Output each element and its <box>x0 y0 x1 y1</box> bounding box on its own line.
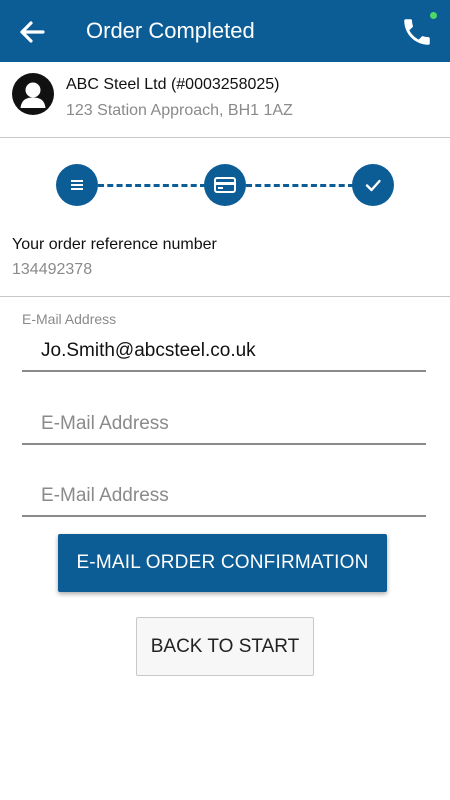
email-field-2[interactable] <box>22 405 426 445</box>
online-status-dot <box>430 12 437 19</box>
list-icon <box>71 180 83 190</box>
phone-icon <box>404 19 430 45</box>
stepper-connector <box>98 184 206 187</box>
divider <box>0 296 450 297</box>
back-arrow-icon <box>20 21 45 43</box>
step-complete <box>352 164 394 206</box>
card-icon <box>214 177 236 193</box>
person-icon <box>12 73 54 115</box>
order-reference-label: Your order reference number <box>12 236 217 253</box>
customer-header: ABC Steel Ltd (#0003258025) 123 Station … <box>0 62 450 138</box>
email-field-1[interactable] <box>22 332 426 372</box>
email-field-3[interactable] <box>22 477 426 517</box>
step-order-details <box>56 164 98 206</box>
email-order-confirmation-button[interactable]: E-MAIL ORDER CONFIRMATION <box>58 534 387 592</box>
back-to-start-button[interactable]: BACK TO START <box>136 617 314 676</box>
back-button[interactable] <box>14 14 50 50</box>
order-progress-stepper <box>0 160 450 210</box>
customer-address: 123 Station Approach, BH1 1AZ <box>66 102 293 119</box>
page-title: Order Completed <box>86 18 255 43</box>
customer-name: ABC Steel Ltd (#0003258025) <box>66 76 280 93</box>
stepper-connector <box>246 184 354 187</box>
step-payment <box>204 164 246 206</box>
order-reference-number: 134492378 <box>12 261 93 278</box>
app-bar: Order Completed <box>0 0 450 62</box>
check-icon <box>365 179 381 192</box>
email-field-label: E-Mail Address <box>22 311 117 327</box>
